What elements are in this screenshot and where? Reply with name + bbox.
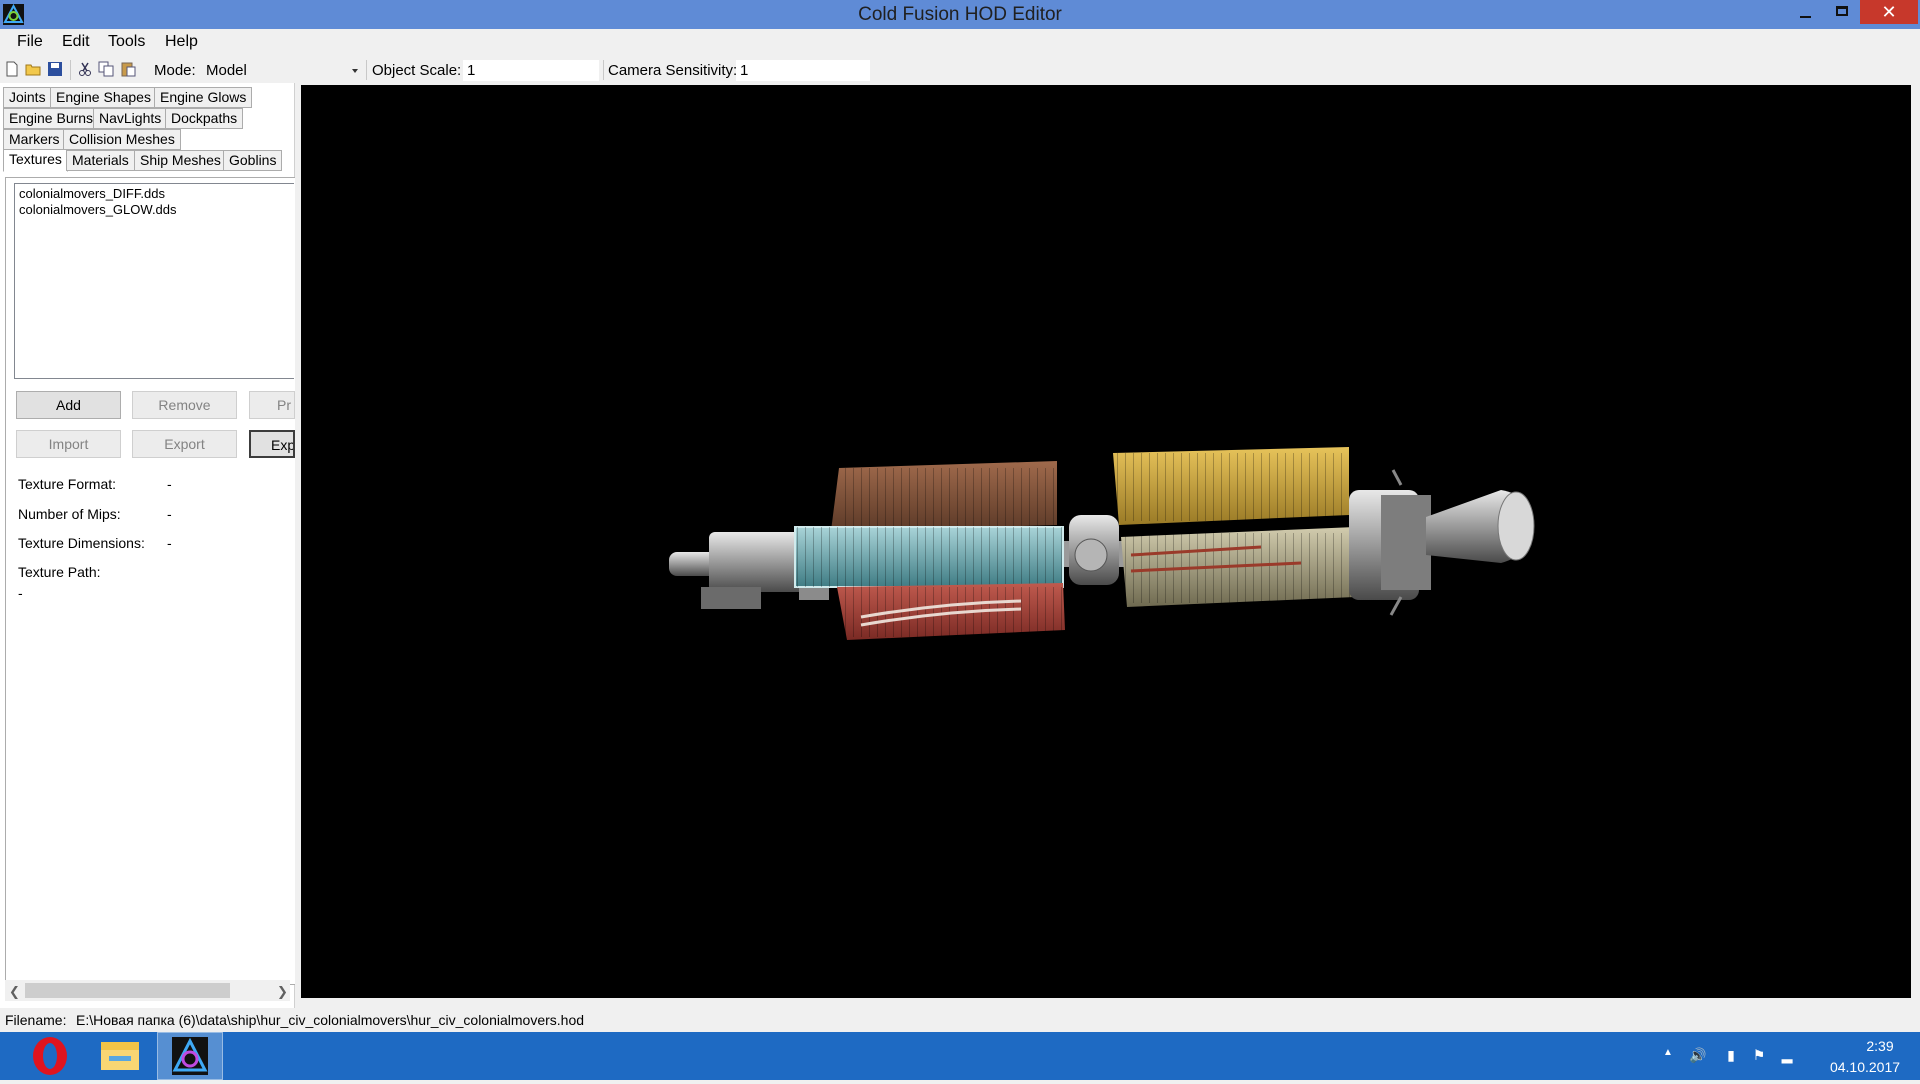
close-button[interactable]: ✕	[1860, 0, 1918, 24]
close-icon: ✕	[1881, 2, 1897, 22]
menu-edit[interactable]: Edit	[62, 33, 90, 51]
toolbar-separator	[366, 60, 367, 80]
3d-viewport[interactable]	[301, 85, 1911, 998]
horizontal-scrollbar[interactable]: ❮ ❯	[5, 980, 290, 1001]
toolbar: Mode: Model Object Scale: 1 Camera Sensi…	[0, 57, 870, 83]
remove-button[interactable]: Remove	[132, 391, 237, 419]
camera-sensitivity-value: 1	[740, 62, 749, 79]
hod-editor-icon	[172, 1037, 208, 1075]
texture-dimensions-label: Texture Dimensions:	[18, 535, 145, 551]
mode-label: Mode:	[154, 62, 196, 79]
object-scale-value: 1	[467, 62, 476, 79]
toolbar-separator	[70, 60, 71, 80]
folder-icon	[101, 1042, 139, 1070]
show-hidden-icons-icon[interactable]: ▲	[1660, 1047, 1676, 1065]
menu-file[interactable]: File	[17, 33, 43, 51]
scroll-left-icon[interactable]: ❮	[9, 984, 20, 1000]
ship-model-render	[669, 447, 1535, 640]
tab-textures[interactable]: Textures	[3, 149, 68, 172]
dropdown-arrow-icon	[352, 69, 358, 73]
camera-sensitivity-input[interactable]: 1	[736, 60, 870, 81]
volume-icon[interactable]: 🔊	[1689, 1047, 1706, 1065]
menu-tools[interactable]: Tools	[108, 33, 145, 51]
texture-path-label: Texture Path:	[18, 564, 101, 580]
minimize-icon	[1800, 16, 1811, 18]
toolbar-separator	[603, 60, 604, 80]
minimize-button[interactable]	[1788, 0, 1822, 24]
status-bar: Filename: E:\Новая папка (6)\data\ship\h…	[0, 1008, 1920, 1032]
number-of-mips-value: -	[167, 506, 172, 522]
filename-label: Filename:	[5, 1012, 67, 1028]
title-bar[interactable]: Cold Fusion HOD Editor ✕	[0, 0, 1920, 29]
copy-icon[interactable]	[98, 61, 114, 77]
preview-button[interactable]: Pr	[249, 391, 295, 419]
taskbar-file-explorer[interactable]	[87, 1032, 153, 1080]
list-item[interactable]: colonialmovers_DIFF.dds	[19, 186, 165, 201]
filename-value: E:\Новая папка (6)\data\ship\hur_civ_col…	[76, 1012, 585, 1028]
scroll-right-icon[interactable]: ❯	[277, 984, 288, 1000]
tab-markers[interactable]: Markers	[3, 129, 66, 150]
add-button[interactable]: Add	[16, 391, 121, 419]
paste-icon[interactable]	[120, 61, 136, 77]
tab-joints[interactable]: Joints	[3, 87, 52, 108]
list-item[interactable]: colonialmovers_GLOW.dds	[19, 202, 177, 217]
tab-engine-burns[interactable]: Engine Burns	[3, 108, 100, 129]
texture-format-value: -	[167, 476, 172, 492]
taskbar-opera[interactable]	[17, 1032, 83, 1080]
export-button[interactable]: Export	[132, 430, 237, 458]
tab-navlights[interactable]: NavLights	[93, 108, 168, 129]
taskbar-hod-editor[interactable]	[157, 1032, 223, 1080]
cut-icon[interactable]	[77, 61, 93, 77]
properties-panel: Joints Engine Shapes Engine Glows Engine…	[0, 83, 295, 1008]
texture-dimensions-value: -	[167, 535, 172, 551]
texture-list[interactable]: colonialmovers_DIFF.dds colonialmovers_G…	[14, 183, 294, 379]
camera-sensitivity-label: Camera Sensitivity:	[608, 62, 738, 79]
opera-icon	[33, 1037, 67, 1075]
mode-dropdown[interactable]: Model	[202, 60, 362, 81]
action-center-flag-icon[interactable]: ⚑	[1751, 1047, 1767, 1065]
tab-ship-meshes[interactable]: Ship Meshes	[134, 150, 227, 171]
tab-collision-meshes[interactable]: Collision Meshes	[63, 129, 181, 150]
window-title: Cold Fusion HOD Editor	[858, 4, 1062, 25]
clock-time[interactable]: 2:39	[1840, 1038, 1920, 1054]
menu-bar: File Edit Tools Help	[0, 29, 1920, 57]
power-icon[interactable]: ▮	[1723, 1047, 1739, 1065]
taskbar: ▲ 🔊 ▮ ⚑ ▂ 2:39 04.10.2017	[0, 1032, 1920, 1080]
texture-format-label: Texture Format:	[18, 476, 117, 492]
tab-dockpaths[interactable]: Dockpaths	[165, 108, 244, 129]
object-scale-label: Object Scale:	[372, 62, 462, 79]
maximize-button[interactable]	[1824, 0, 1858, 24]
new-file-icon[interactable]	[4, 61, 20, 77]
tab-engine-shapes[interactable]: Engine Shapes	[50, 87, 157, 108]
mode-value: Model	[206, 62, 247, 79]
clock-date[interactable]: 04.10.2017	[1815, 1059, 1915, 1075]
tab-materials[interactable]: Materials	[66, 150, 135, 171]
scrollbar-thumb[interactable]	[25, 983, 230, 998]
texture-path-value: -	[18, 585, 23, 601]
import-button[interactable]: Import	[16, 430, 121, 458]
tab-goblins[interactable]: Goblins	[223, 150, 283, 171]
network-signal-icon[interactable]: ▂	[1779, 1047, 1795, 1065]
export-all-button[interactable]: Exp	[249, 430, 295, 458]
object-scale-input[interactable]: 1	[463, 60, 599, 81]
save-icon[interactable]	[47, 61, 63, 77]
maximize-icon	[1836, 6, 1848, 16]
open-folder-icon[interactable]	[25, 61, 41, 77]
menu-help[interactable]: Help	[165, 33, 198, 51]
tab-engine-glows[interactable]: Engine Glows	[154, 87, 253, 108]
number-of-mips-label: Number of Mips:	[18, 506, 121, 522]
